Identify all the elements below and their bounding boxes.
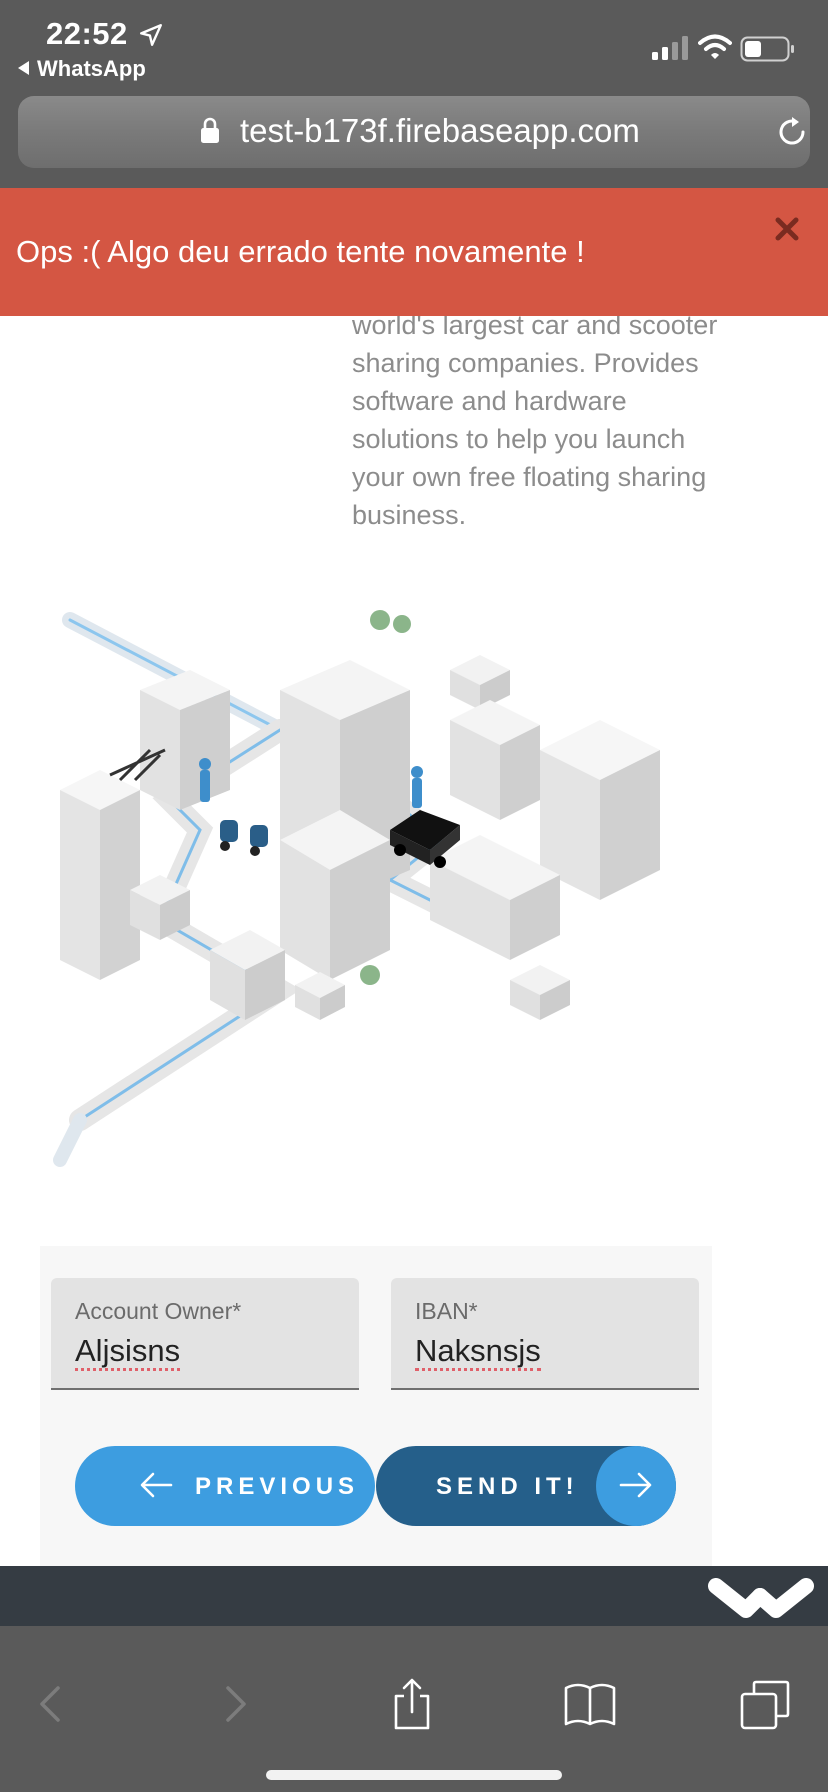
- battery-icon: [740, 36, 794, 62]
- share-icon[interactable]: [384, 1676, 440, 1732]
- description-line: solutions to help you launch: [352, 424, 686, 454]
- reload-icon[interactable]: [774, 114, 810, 150]
- company-description: world's largest car and scooter sharing …: [352, 306, 792, 534]
- city-illustration: [53, 610, 660, 1167]
- buildings: [60, 655, 660, 1020]
- status-time: 22:52: [46, 16, 128, 51]
- back-app-label: WhatsApp: [37, 56, 146, 81]
- send-button-label: SEND IT!: [436, 1473, 579, 1500]
- account-owner-field[interactable]: Account Owner* Aljsisns: [51, 1278, 359, 1390]
- iban-field[interactable]: IBAN* Naksnsjs: [391, 1278, 699, 1390]
- arrow-left-icon: [140, 1472, 173, 1498]
- back-to-app-link[interactable]: WhatsApp: [18, 56, 146, 82]
- tabs-icon[interactable]: [738, 1676, 794, 1732]
- back-icon[interactable]: [24, 1676, 80, 1732]
- home-indicator: [266, 1770, 562, 1780]
- brand-logo-icon: [708, 1578, 814, 1618]
- page: 22:52 WhatsApp test-b173f.firebaseapp.co…: [0, 0, 828, 1792]
- send-arrow-circle: [596, 1446, 676, 1526]
- close-icon[interactable]: [772, 214, 802, 244]
- bookmarks-icon[interactable]: [562, 1676, 618, 1732]
- browser-top-chrome: 22:52 WhatsApp test-b173f.firebaseapp.co…: [0, 0, 828, 188]
- address-bar[interactable]: test-b173f.firebaseapp.com: [18, 96, 810, 168]
- arrow-right-icon: [619, 1472, 652, 1498]
- iban-input[interactable]: Naksnsjs: [415, 1334, 541, 1371]
- description-line: sharing companies. Provides: [352, 348, 699, 378]
- error-message: Ops :( Algo deu errado tente novamente !: [16, 234, 585, 269]
- error-banner: Ops :( Algo deu errado tente novamente !: [0, 188, 828, 316]
- forward-icon[interactable]: [206, 1676, 262, 1732]
- previous-button[interactable]: PREVIOUS: [75, 1446, 375, 1526]
- send-button[interactable]: SEND IT!: [376, 1446, 676, 1526]
- account-owner-label: Account Owner*: [75, 1298, 242, 1324]
- iban-label: IBAN*: [415, 1298, 478, 1324]
- url-text: test-b173f.firebaseapp.com: [240, 112, 640, 149]
- browser-bottom-toolbar: [0, 1626, 828, 1792]
- back-triangle-icon: [18, 61, 29, 75]
- description-line: business.: [352, 500, 467, 530]
- lock-icon: [201, 117, 219, 143]
- wifi-icon: [698, 34, 732, 59]
- cellular-signal-icon: [652, 36, 688, 60]
- previous-button-label: PREVIOUS: [195, 1473, 360, 1500]
- location-arrow-icon: [140, 24, 162, 46]
- description-line: your own free floating sharing: [352, 462, 707, 492]
- description-line: software and hardware: [352, 386, 627, 416]
- account-owner-input[interactable]: Aljsisns: [75, 1334, 181, 1371]
